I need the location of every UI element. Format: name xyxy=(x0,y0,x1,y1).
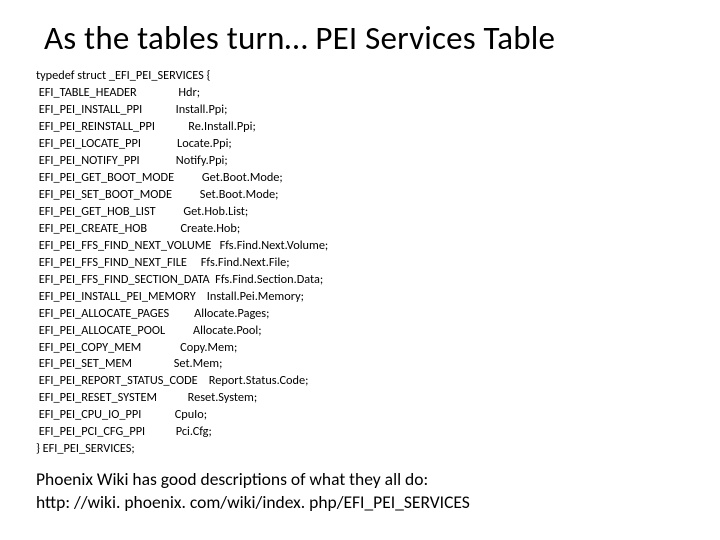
footnote-line-2: http: //wiki. phoenix. com/wiki/index. p… xyxy=(36,491,692,514)
code-listing: typedef struct _EFI_PEI_SERVICES { EFI_T… xyxy=(36,68,692,458)
footnote: Phoenix Wiki has good descriptions of wh… xyxy=(36,468,692,514)
slide-title: As the tables turn… PEI Services Table xyxy=(44,18,692,58)
footnote-line-1: Phoenix Wiki has good descriptions of wh… xyxy=(36,468,692,491)
slide: As the tables turn… PEI Services Table t… xyxy=(0,0,720,540)
